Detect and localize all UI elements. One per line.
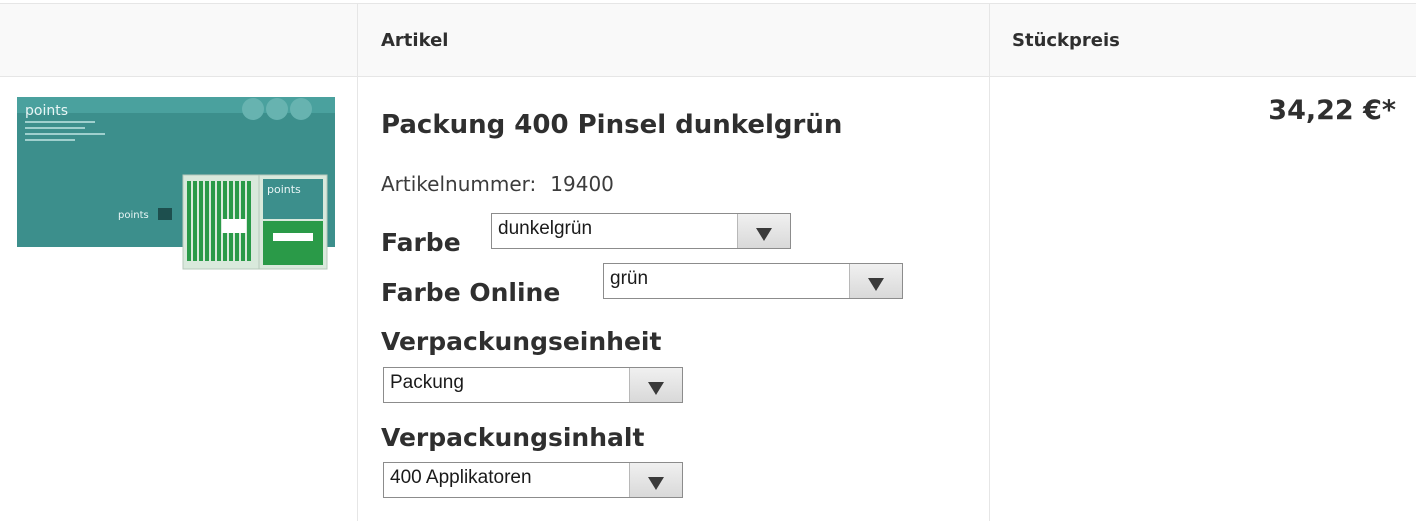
- chevron-down-icon[interactable]: [629, 463, 682, 497]
- verpackungseinheit-select[interactable]: Packung: [383, 367, 683, 403]
- chevron-down-icon[interactable]: [629, 368, 682, 402]
- column-header-unit-price: Stückpreis: [1012, 30, 1120, 51]
- table-header: [0, 4, 1416, 76]
- article-number-label: Artikelnummer:: [381, 172, 537, 196]
- svg-text:points: points: [267, 183, 301, 196]
- farbe-online-select-value: grün: [610, 268, 649, 289]
- cart-table: Artikel Stückpreis points points points …: [0, 0, 1416, 521]
- column-divider: [989, 3, 990, 521]
- svg-text:points: points: [118, 210, 149, 221]
- product-image[interactable]: points points points: [15, 95, 337, 272]
- article-number-value: 19400: [550, 172, 614, 196]
- farbe-online-select[interactable]: grün: [603, 263, 903, 299]
- box-brand-text: points: [25, 103, 68, 119]
- column-header-article: Artikel: [381, 30, 449, 51]
- farbe-select[interactable]: dunkelgrün: [491, 213, 791, 249]
- farbe-select-value: dunkelgrün: [498, 218, 593, 239]
- verpackungsinhalt-select-value: 400 Applikatoren: [390, 467, 532, 488]
- option-label-verpackungsinhalt: Verpackungsinhalt: [381, 423, 645, 452]
- unit-price: 34,22 €*: [1268, 95, 1396, 126]
- chevron-down-icon[interactable]: [849, 264, 902, 298]
- top-divider: [0, 3, 1416, 4]
- verpackungsinhalt-select[interactable]: 400 Applikatoren: [383, 462, 683, 498]
- product-image-graphic: points points points: [17, 97, 335, 270]
- chevron-down-icon[interactable]: [737, 214, 790, 248]
- product-title[interactable]: Packung 400 Pinsel dunkelgrün: [381, 110, 842, 140]
- option-label-farbe-online: Farbe Online: [381, 278, 561, 307]
- verpackungseinheit-select-value: Packung: [390, 372, 464, 393]
- option-label-verpackungseinheit: Verpackungseinheit: [381, 327, 662, 356]
- header-divider: [0, 76, 1416, 77]
- article-number: Artikelnummer: 19400: [381, 172, 614, 196]
- column-divider: [357, 3, 358, 521]
- option-label-farbe: Farbe: [381, 228, 461, 257]
